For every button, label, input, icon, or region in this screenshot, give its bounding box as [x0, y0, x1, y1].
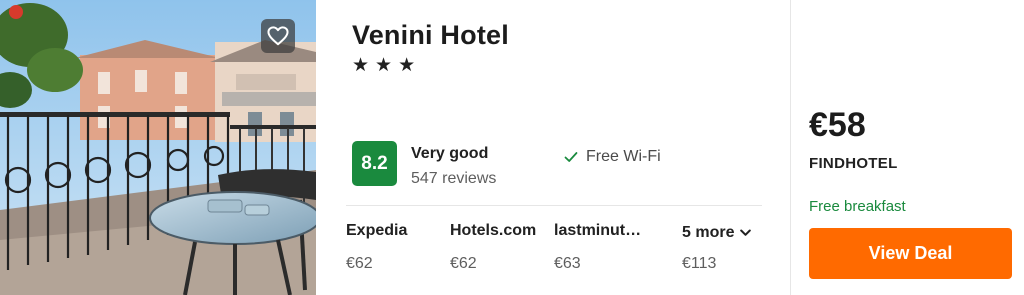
view-deal-button[interactable]: View Deal — [809, 228, 1012, 279]
provider-price: €62 — [346, 255, 373, 272]
favorite-button[interactable] — [261, 19, 295, 53]
hotel-name[interactable]: Venini Hotel — [352, 20, 509, 51]
heart-icon — [267, 26, 289, 46]
deal-perk: Free breakfast — [809, 198, 906, 215]
deal-provider: FINDHOTEL — [809, 155, 898, 172]
amenity-free-wifi: Free Wi-Fi — [563, 148, 661, 166]
hotel-photo[interactable] — [0, 0, 316, 295]
provider-price: €62 — [450, 255, 477, 272]
check-icon — [564, 152, 578, 162]
provider-option-expedia[interactable]: Expedia €62 — [346, 222, 450, 273]
chevron-down-icon — [740, 229, 752, 236]
amenity-label: Free Wi-Fi — [586, 148, 661, 165]
provider-name: Expedia — [346, 222, 408, 239]
provider-price: €63 — [554, 255, 581, 272]
provider-name: Hotels.com — [450, 222, 537, 239]
more-providers-price: €113 — [682, 255, 717, 272]
hotel-result-card: Venini Hotel ★ ★ ★ 8.2 Very good 547 rev… — [0, 0, 1024, 295]
divider — [790, 0, 791, 295]
star-icon: ★ — [398, 54, 416, 76]
review-count[interactable]: 547 reviews — [411, 170, 496, 188]
rating-label: Very good — [411, 145, 489, 162]
star-icon: ★ — [375, 54, 393, 76]
star-rating: ★ ★ ★ — [352, 54, 415, 76]
more-providers-button[interactable]: 5 more €113 — [682, 222, 772, 273]
provider-option-lastminute[interactable]: lastminut… €63 — [554, 222, 658, 273]
star-icon: ★ — [352, 54, 370, 76]
provider-price-list: Expedia €62 Hotels.com €62 lastminut… €6… — [346, 222, 772, 273]
provider-option-hotels-com[interactable]: Hotels.com €62 — [450, 222, 554, 273]
provider-name: lastminut… — [554, 222, 642, 239]
deal-price: €58 — [809, 106, 866, 144]
divider — [346, 205, 762, 206]
more-providers-label: 5 more — [682, 224, 735, 241]
rating-score-badge: 8.2 — [352, 141, 397, 186]
